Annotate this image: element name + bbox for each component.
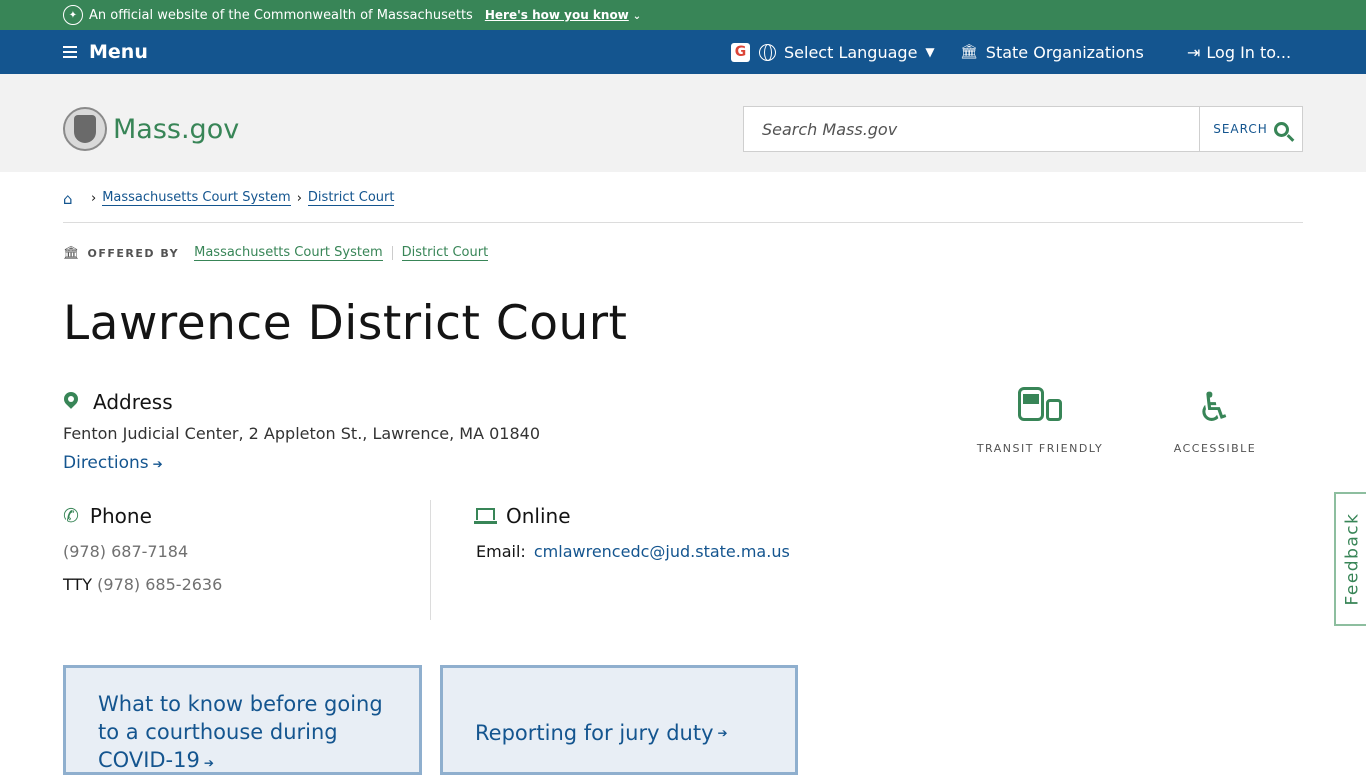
email-label: Email: — [476, 542, 526, 561]
hamburger-icon — [63, 46, 77, 58]
search-icon — [1273, 121, 1289, 137]
building-icon: 🏛 — [960, 44, 978, 60]
language-label: Select Language — [784, 42, 918, 62]
logo-text: Mass.gov — [113, 113, 240, 145]
login-button[interactable]: ⇥ Log In to... — [1187, 30, 1291, 74]
commonwealth-seal-icon — [63, 107, 107, 151]
email-link[interactable]: cmlawrencedc@jud.state.ma.us — [534, 542, 790, 561]
chevron-down-icon: ⌄ — [632, 11, 642, 22]
phone-heading-text: Phone — [89, 504, 152, 528]
breadcrumb-court-system[interactable]: Massachusetts Court System — [102, 190, 291, 206]
building-icon: 🏛 — [63, 245, 80, 261]
email-line: Email: cmlawrencedc@jud.state.ma.us — [476, 542, 790, 561]
feedback-label: Feedback — [1342, 512, 1362, 606]
page-title: Lawrence District Court — [63, 296, 628, 351]
jury-tile-label: Reporting for jury duty — [475, 721, 714, 745]
tty-number-link[interactable]: (978) 685-2636 — [97, 575, 222, 594]
state-organizations-button[interactable]: 🏛 State Organizations — [960, 30, 1144, 74]
menu-button[interactable]: Menu — [63, 30, 148, 74]
arrow-right-icon: ➔ — [717, 726, 728, 740]
top-navigation: Menu G Select Language ▼ 🏛 State Organiz… — [0, 30, 1366, 74]
chevron-right-icon: › — [91, 190, 97, 206]
divider — [391, 246, 393, 260]
divider — [63, 222, 1303, 223]
home-icon[interactable]: ⌂ — [63, 190, 79, 208]
address-text: Fenton Judicial Center, 2 Appleton St., … — [63, 424, 541, 443]
search-input[interactable] — [744, 107, 1199, 151]
menu-label: Menu — [89, 41, 148, 63]
breadcrumb: ⌂ › Massachusetts Court System › Distric… — [63, 190, 395, 208]
transit-icon — [960, 384, 1120, 432]
official-text: An official website of the Commonwealth … — [89, 7, 473, 23]
feedback-tab[interactable]: Feedback — [1334, 492, 1366, 626]
tty-line: TTY (978) 685-2636 — [63, 575, 222, 594]
transit-friendly-badge: TRANSIT FRIENDLY — [960, 384, 1120, 455]
search-form: SEARCH — [743, 106, 1303, 152]
chevron-down-icon: ▼ — [925, 45, 935, 59]
mass-gov-logo[interactable]: Mass.gov — [63, 107, 239, 151]
google-translate-icon: G — [731, 42, 750, 62]
site-header: Mass.gov SEARCH — [0, 74, 1366, 172]
phone-number-link[interactable]: (978) 687-7184 — [63, 542, 188, 561]
search-button[interactable]: SEARCH — [1199, 107, 1302, 151]
directions-link[interactable]: Directions ➔ — [63, 453, 163, 473]
tty-label: TTY — [63, 575, 93, 594]
breadcrumb-district-court[interactable]: District Court — [307, 190, 395, 206]
globe-icon — [759, 43, 776, 61]
phone-icon: ✆ — [63, 505, 79, 527]
address-heading: Address — [63, 390, 173, 414]
map-pin-icon — [63, 392, 79, 412]
official-banner: ✦ An official website of the Commonwealt… — [0, 0, 1366, 30]
accessible-label: ACCESSIBLE — [1173, 442, 1257, 455]
search-button-label: SEARCH — [1213, 122, 1268, 136]
arrow-right-icon: ➔ — [152, 457, 163, 471]
orgs-label: State Organizations — [985, 42, 1144, 62]
sign-in-icon: ⇥ — [1187, 42, 1201, 62]
phone-heading: ✆ Phone — [63, 504, 152, 528]
offered-by-label: OFFERED BY — [87, 246, 180, 260]
online-heading-text: Online — [506, 504, 571, 528]
covid-tile-label: What to know before going to a courthous… — [98, 692, 383, 772]
laptop-icon — [474, 508, 497, 524]
covid-info-tile[interactable]: What to know before going to a courthous… — [63, 665, 422, 775]
login-label: Log In to... — [1206, 42, 1292, 62]
divider — [430, 500, 431, 620]
directions-label: Directions — [63, 453, 149, 473]
offered-by-court-system[interactable]: Massachusetts Court System — [194, 245, 383, 261]
offered-by-district-court[interactable]: District Court — [401, 245, 489, 261]
wheelchair-icon: ♿ — [1196, 385, 1234, 431]
transit-friendly-label: TRANSIT FRIENDLY — [976, 442, 1104, 455]
how-link-label: Here's how you know — [484, 8, 629, 22]
heres-how-you-know-link[interactable]: Here's how you know ⌄ — [485, 8, 641, 22]
offered-by: 🏛 OFFERED BY Massachusetts Court System … — [63, 245, 489, 261]
seal-icon: ✦ — [63, 5, 83, 25]
accessible-badge: ♿ ACCESSIBLE — [1135, 384, 1295, 455]
chevron-right-icon: › — [296, 190, 302, 206]
jury-duty-tile[interactable]: Reporting for jury duty ➔ — [440, 665, 798, 775]
address-heading-text: Address — [93, 390, 173, 414]
online-heading: Online — [474, 504, 571, 528]
language-select[interactable]: G Select Language ▼ — [731, 30, 935, 74]
